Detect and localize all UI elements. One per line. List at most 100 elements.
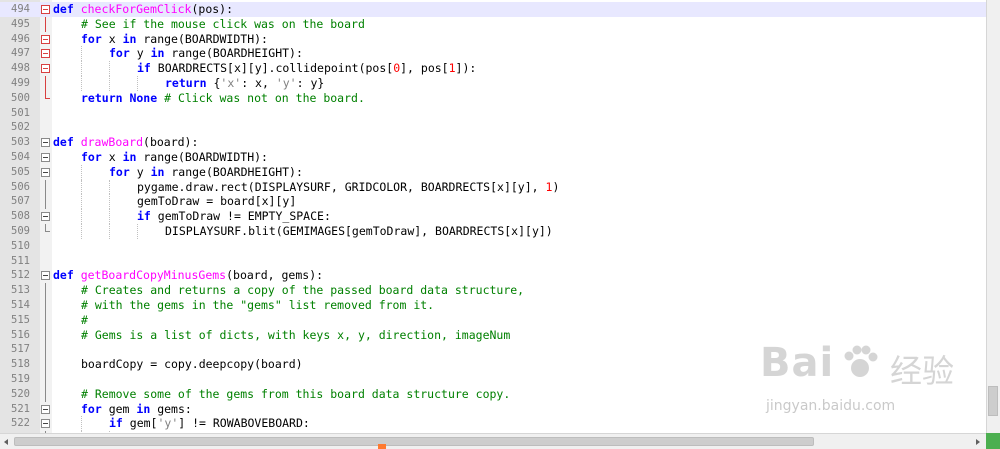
code-text[interactable]: # See if the mouse click was on the boar… [81,17,365,32]
horizontal-scrollbar-thumb[interactable] [14,437,814,446]
indent-guide [81,223,82,239]
indent-guide [109,223,110,239]
code-line[interactable]: 516 # Gems is a list of dicts, with keys … [0,327,1000,343]
vertical-scrollbar-thumb[interactable] [988,386,998,416]
code-text[interactable]: if gemToDraw != EMPTY_SPACE: [137,209,331,224]
code-line[interactable]: 501 [0,106,1000,121]
code-text[interactable]: def checkForGemClick(pos): [53,2,233,17]
line-number: 504 [11,150,30,163]
code-line[interactable]: 518 boardCopy = copy.deepcopy(board) [0,357,1000,372]
code-token: y [136,164,151,179]
code-line[interactable]: 506 pygame.draw.rect(DISPLAYSURF, GRIDCOL… [0,179,1000,195]
fold-toggle-icon[interactable] [41,212,50,222]
code-token: gems: [157,401,192,416]
indent-guide [81,46,82,62]
code-line[interactable]: 520 # Remove some of the gems from this b… [0,386,1000,402]
code-line[interactable]: 498 if BOARDRECTS[x][y].collidepoint(pos[… [0,61,1000,76]
code-text[interactable]: def getBoardCopyMinusGems(board, gems): [53,268,323,283]
code-line[interactable]: 497 for y in range(BOARDHEIGHT): [0,46,1000,62]
code-text[interactable]: # Creates and returns a copy of the pass… [81,283,524,298]
caret-marker [378,444,386,449]
code-text[interactable]: return {'x': x, 'y': y} [165,76,324,91]
code-token: y [136,46,151,61]
code-line[interactable]: 499 return {'x': x, 'y': y} [0,75,1000,91]
code-line[interactable]: 502 [0,120,1000,135]
code-token: boardCopy = copy.deepcopy(board) [81,357,303,372]
code-token: BOARDRECTS[x][y].collidepoint(pos[ [157,61,394,76]
code-line[interactable]: 495 # See if the mouse click was on the b… [0,16,1000,32]
line-number: 496 [11,32,30,45]
code-line[interactable]: 504 for x in range(BOARDWIDTH): [0,150,1000,165]
code-line[interactable]: 511 [0,254,1000,269]
fold-toggle-icon[interactable] [41,5,50,14]
horizontal-scrollbar[interactable] [0,433,1000,449]
code-token: def [53,135,81,150]
fold-line-icon [45,327,46,343]
code-token: # See if the mouse click was on the boar… [81,16,365,31]
vertical-scrollbar[interactable] [986,0,1000,433]
code-text[interactable]: # with the gems in the "gems" list remov… [81,298,434,313]
code-text[interactable]: DISPLAYSURF.blit(GEMIMAGES[gemToDraw], B… [165,224,553,239]
code-line[interactable]: 509 DISPLAYSURF.blit(GEMIMAGES[gemToDraw]… [0,223,1000,239]
fold-toggle-icon[interactable] [41,167,50,177]
code-text[interactable]: return None # Click was not on the board… [81,91,365,106]
code-text[interactable]: for y in range(BOARDHEIGHT): [109,165,303,180]
code-token: if [137,209,158,224]
code-token: in [136,401,158,416]
line-number: 519 [11,372,30,385]
line-number: 517 [11,343,30,356]
code-text[interactable]: boardCopy = copy.deepcopy(board) [81,357,303,372]
code-text[interactable]: if gem['y'] != ROWABOVEBOARD: [109,416,310,431]
code-text[interactable]: if BOARDRECTS[x][y].collidepoint(pos[0],… [137,61,476,76]
code-text[interactable]: # Remove some of the gems from this boar… [81,387,510,402]
code-line[interactable]: 510 [0,239,1000,254]
code-editor[interactable]: 494 def checkForGemClick(pos): 495 # See if… [0,0,1000,449]
code-token: # Click was not on the board. [164,90,365,105]
code-token: DISPLAYSURF.blit(GEMIMAGES[gemToDraw], B… [165,223,553,238]
code-text[interactable]: for y in range(BOARDHEIGHT): [109,46,303,61]
code-line[interactable]: 503 def drawBoard(board): [0,135,1000,150]
fold-toggle-icon[interactable] [41,64,50,74]
code-text[interactable]: for gem in gems: [81,402,192,417]
fold-toggle-icon[interactable] [41,404,50,414]
code-line[interactable]: 512 def getBoardCopyMinusGems(board, gems… [0,268,1000,283]
code-token: ], pos[ [400,61,449,76]
code-text[interactable]: pygame.draw.rect(DISPLAYSURF, GRIDCOLOR,… [137,180,559,195]
fold-toggle-icon[interactable] [41,49,50,59]
code-token: for [109,46,137,61]
scroll-right-arrow-icon[interactable] [973,437,983,447]
indent-guide [109,61,110,76]
code-line[interactable]: 519 [0,371,1000,387]
fold-toggle-icon[interactable] [41,34,50,44]
code-text[interactable]: for x in range(BOARDWIDTH): [81,32,268,47]
code-token: x [108,31,123,46]
code-text[interactable]: for x in range(BOARDWIDTH): [81,150,268,165]
fold-toggle-icon[interactable] [41,419,50,429]
fold-toggle-icon[interactable] [41,271,50,281]
code-token: x [108,149,123,164]
code-line[interactable]: 513 # Creates and returns a copy of the p… [0,283,1000,298]
code-line[interactable]: 500 return None # Click was not on the bo… [0,90,1000,106]
code-line[interactable]: 515 # [0,312,1000,328]
line-number: 500 [11,91,30,104]
code-lines[interactable]: 494 def checkForGemClick(pos): 495 # See if… [0,2,1000,446]
code-text[interactable]: gemToDraw = board[x][y] [137,194,296,209]
code-line[interactable]: 521 for gem in gems: [0,402,1000,417]
code-text[interactable]: # [81,313,88,328]
fold-toggle-icon[interactable] [41,138,50,148]
scroll-left-arrow-icon[interactable] [2,437,12,447]
code-line[interactable]: 517 [0,342,1000,358]
code-line[interactable]: 505 for y in range(BOARDHEIGHT): [0,164,1000,180]
code-line[interactable]: 494 def checkForGemClick(pos): [0,2,1000,17]
code-line[interactable]: 508 if gemToDraw != EMPTY_SPACE: [0,209,1000,224]
code-line[interactable]: 507 gemToDraw = board[x][y] [0,194,1000,210]
code-line[interactable]: 522 if gem['y'] != ROWABOVEBOARD: [0,416,1000,432]
code-line[interactable]: 496 for x in range(BOARDWIDTH): [0,32,1000,47]
code-text[interactable]: def drawBoard(board): [53,135,198,150]
code-line[interactable]: 514 # with the gems in the "gems" list re… [0,297,1000,313]
code-text[interactable]: # Gems is a list of dicts, with keys x, … [81,328,510,343]
indent-guide [81,416,82,432]
line-number: 506 [11,180,30,193]
code-token: for [109,164,137,179]
fold-toggle-icon[interactable] [41,152,50,162]
